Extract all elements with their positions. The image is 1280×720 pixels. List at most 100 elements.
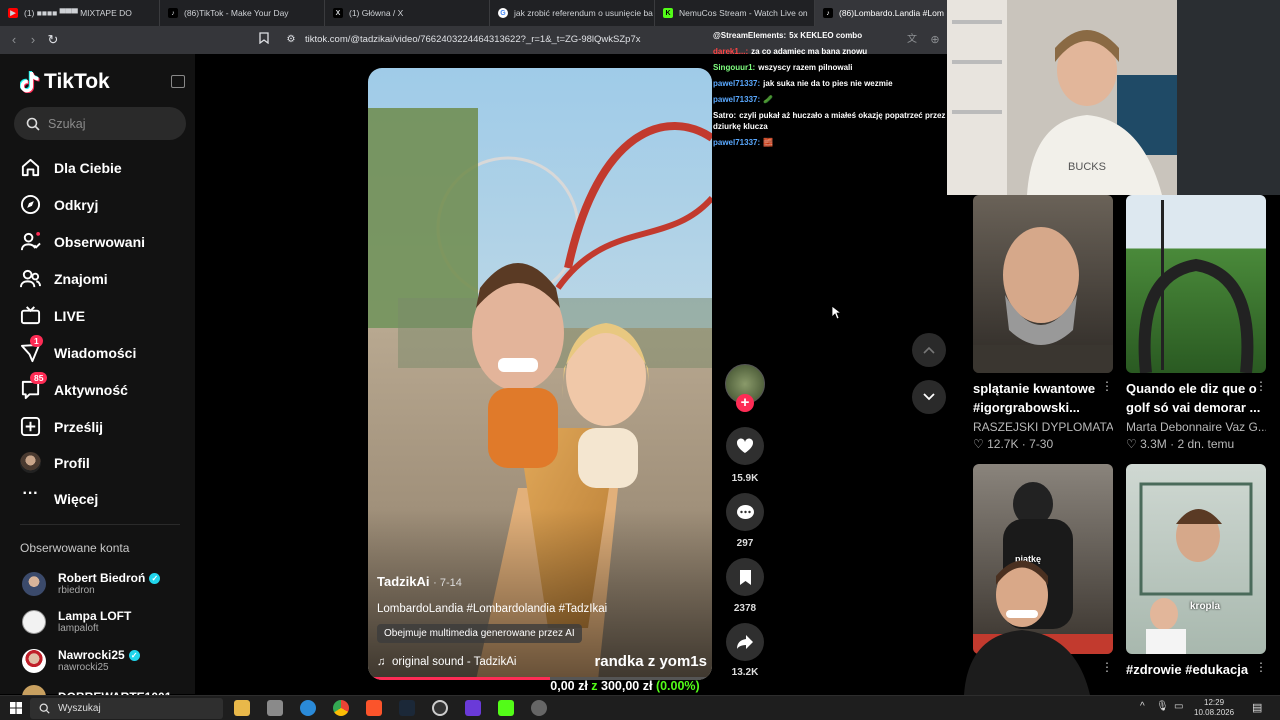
messages-icon-wrap: 1 (20, 335, 43, 363)
nav-following[interactable]: Obserwowani (20, 231, 145, 252)
reload-icon[interactable]: ↻ (45, 32, 61, 48)
site-info-icon[interactable]: ⚙ (283, 32, 299, 48)
nav-label: Prześlij (54, 418, 104, 435)
steam-icon[interactable] (399, 700, 415, 716)
more-options-icon[interactable]: ⋮ (1255, 660, 1267, 674)
like-button[interactable] (726, 427, 764, 465)
tab-label: (86)TikTok - Make Your Day (184, 8, 289, 18)
related-title: #igorgrabowski... (973, 400, 1080, 415)
related-title: splątanie kwantowe (973, 381, 1096, 396)
taskbar-clock[interactable]: 12:29 10.08.2026 (1194, 698, 1234, 718)
comment-button[interactable] (726, 493, 764, 531)
nav-messages[interactable]: 1 Wiadomości (20, 335, 136, 363)
nav-label: Aktywność (54, 381, 128, 398)
compass-icon (20, 194, 41, 215)
avatar (22, 609, 46, 634)
chat-message: darek1...: za co adamiec ma bana znowu (713, 46, 965, 57)
more-options-icon[interactable]: ⋮ (1255, 379, 1267, 393)
donation-current: 0,00 zł (550, 679, 588, 693)
nav-upload[interactable]: Prześlij (20, 416, 103, 437)
nav-for-you[interactable]: Dla Ciebie (20, 157, 122, 178)
browser-tab-active[interactable]: ♪ (86)Lombardo.Landia #Lom (815, 0, 950, 26)
followed-account[interactable]: Nawrocki25 ✓ nawrocki25 (22, 648, 140, 673)
tray-chevron-icon[interactable]: ^ (1140, 701, 1145, 712)
tab-label: (86)Lombardo.Landia #Lom (839, 8, 944, 18)
chat-message: pawel71337: jak suka nie da to pies nie w… (713, 78, 965, 89)
chrome-icon[interactable] (333, 700, 349, 716)
followed-account[interactable]: Lampa LOFT lampaloft (22, 609, 131, 634)
search-icon (26, 117, 40, 131)
browser-tab[interactable]: X (1) Główna / X (325, 0, 490, 26)
save-button[interactable] (726, 558, 764, 596)
nav-label: Więcej (54, 490, 99, 507)
video-author[interactable]: TadzikAi (377, 574, 430, 589)
edge-icon[interactable] (300, 700, 316, 716)
previous-video-button[interactable] (912, 333, 946, 367)
followed-account[interactable]: Robert Biedroń ✓ rbiedron (22, 571, 161, 596)
nav-label: Znajomi (54, 270, 108, 287)
browser-tab[interactable]: ▶ (1) ■■■■ ▀▀▀ MIXTAPE DO (0, 0, 160, 26)
microphone-icon[interactable]: 🎙 (1156, 701, 1169, 712)
stream-chat-overlay: @StreamElements: 5x KEKLEO combo darek1...… (713, 30, 965, 153)
twitch-icon[interactable] (465, 700, 481, 716)
nav-explore[interactable]: Odkryj (20, 194, 98, 215)
chat-username[interactable]: pawel71337: (713, 79, 760, 88)
clock-time: 12:29 (1204, 698, 1225, 707)
chat-username[interactable]: Singouur1: (713, 63, 755, 72)
nav-friends[interactable]: Znajomi (20, 268, 108, 289)
browser-tab[interactable]: ♪ (86)TikTok - Make Your Day (160, 0, 325, 26)
nav-more[interactable]: ··· Więcej (20, 485, 99, 509)
related-video-card[interactable]: Quando ele diz que o golf só vai demorar … (1126, 195, 1266, 451)
follow-plus-button[interactable]: + (736, 394, 754, 412)
browser-tab[interactable]: G jak zrobić referendum o usunięcie ba (490, 0, 655, 26)
related-title: Quando ele diz que o (1126, 381, 1257, 396)
sound-link[interactable]: ♫ original sound - TadzikAi (377, 656, 516, 668)
kick-icon[interactable] (498, 700, 514, 716)
video-player[interactable]: TadzikAi · 7-14 LombardoLandia #Lombardo… (368, 68, 712, 680)
browser-tab[interactable]: K NemuCos Stream - Watch Live on (655, 0, 815, 26)
forward-icon[interactable]: › (25, 32, 41, 48)
notifications-icon[interactable]: ▤ (1252, 701, 1262, 714)
heart-icon (736, 438, 754, 453)
search-input[interactable] (48, 116, 168, 131)
account-name: Robert Biedroń (58, 571, 146, 585)
collapse-sidebar-icon[interactable] (171, 75, 185, 88)
chat-text: 🧱 (763, 138, 774, 147)
related-author[interactable]: Marta Debonnaire Vaz G... (1126, 420, 1266, 434)
account-name: Lampa LOFT (58, 609, 132, 623)
more-options-icon[interactable]: ⋮ (1101, 660, 1113, 674)
chat-username[interactable]: pawel71337: (713, 138, 760, 147)
next-video-button[interactable] (912, 380, 946, 414)
obs-icon[interactable] (432, 700, 448, 716)
more-dots-icon: ··· (22, 485, 39, 502)
more-options-icon[interactable]: ⋮ (1101, 379, 1113, 393)
related-video-card[interactable]: kropla #zdrowie #edukacja (1126, 464, 1266, 679)
video-description[interactable]: LombardoLandia #Lombardolandia #TadzIkai (377, 603, 707, 615)
bookmark-icon[interactable] (256, 32, 272, 48)
chat-username[interactable]: Satro: (713, 111, 736, 120)
related-author[interactable]: RASZEJSKI DYPLOMATA (973, 420, 1113, 434)
nav-activity[interactable]: 85 Aktywność (20, 372, 128, 400)
tab-label: jak zrobić referendum o usunięcie ba (514, 8, 653, 18)
url-field[interactable]: tiktok.com/@tadzikai/video/7662403224464… (305, 34, 641, 45)
network-icon[interactable]: ▭ (1174, 701, 1183, 712)
nav-profile[interactable]: Profil (20, 452, 90, 473)
windows-start-icon[interactable] (10, 702, 22, 714)
brave-icon[interactable] (366, 700, 382, 716)
chat-username[interactable]: darek1...: (713, 47, 748, 56)
file-explorer-icon[interactable] (234, 700, 250, 716)
chat-username[interactable]: @StreamElements: (713, 31, 786, 40)
share-button[interactable] (726, 623, 764, 661)
nav-live[interactable]: LIVE (20, 305, 85, 326)
tiktok-logo[interactable]: TikTok (20, 70, 110, 94)
taskbar-search[interactable]: Wyszukaj (30, 698, 223, 719)
chat-username[interactable]: pawel71337: (713, 95, 760, 104)
back-icon[interactable]: ‹ (6, 32, 22, 48)
live-tv-icon (20, 306, 41, 325)
app-icon[interactable] (267, 700, 283, 716)
nav-label: Dla Ciebie (54, 159, 122, 176)
related-video-card[interactable]: splątanie kwantowe #igorgrabowski... RASZ… (973, 195, 1113, 451)
heart-outline-icon: ♡ (973, 437, 984, 451)
app-icon[interactable] (531, 700, 547, 716)
search-box[interactable] (14, 107, 186, 140)
